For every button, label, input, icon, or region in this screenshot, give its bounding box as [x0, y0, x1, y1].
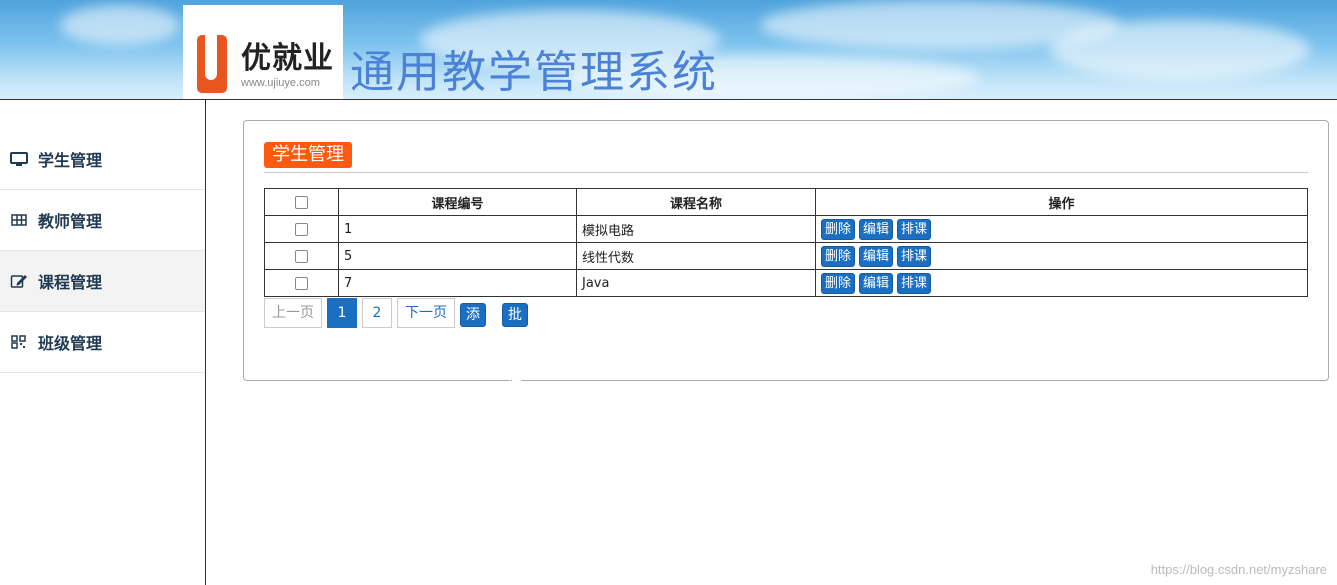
batch-delete-button[interactable]: 批量删除 — [502, 303, 528, 389]
prev-page-button[interactable]: 上一页 — [264, 298, 322, 328]
select-all-cell — [264, 188, 339, 216]
schedule-button[interactable]: 排课 — [897, 245, 932, 267]
course-name: 线性代数 — [576, 242, 816, 270]
logo-name: 优就业 — [241, 41, 334, 76]
column-header: 课程编号 — [338, 188, 577, 216]
qrcode-icon — [10, 334, 28, 350]
logo: 优就业 www.ujiuye.com — [183, 5, 343, 99]
delete-button[interactable]: 删除 — [821, 218, 856, 240]
sidebar-item-courses[interactable]: 课程管理 — [0, 251, 205, 312]
edit-button[interactable]: 编辑 — [859, 218, 894, 240]
course-name: 模拟电路 — [576, 215, 816, 243]
section-title: 学生管理 — [264, 142, 352, 168]
sidebar-item-label: 教师管理 — [38, 212, 103, 231]
system-title: 通用教学管理系统 — [350, 47, 718, 98]
schedule-button[interactable]: 排课 — [897, 272, 932, 294]
sidebar: 学生管理 教师管理 课程管理 班级管理 — [0, 100, 206, 585]
edit-button[interactable]: 编辑 — [859, 245, 894, 267]
schedule-button[interactable]: 排课 — [897, 218, 932, 240]
row-actions: 删除 编辑 排课 — [815, 215, 1308, 243]
sidebar-item-teachers[interactable]: 教师管理 — [0, 190, 205, 251]
row-checkbox[interactable] — [295, 222, 308, 236]
content-panel: 学生管理 课程编号 课程名称 操作 1 模拟电路 删除 编辑 排课 5 线性代数… — [243, 120, 1329, 389]
row-actions: 删除 编辑 排课 — [815, 242, 1308, 270]
table-row: 5 线性代数 删除 编辑 排课 — [264, 242, 1308, 270]
table-header-row: 课程编号 课程名称 操作 — [264, 188, 1308, 216]
select-all-checkbox[interactable] — [295, 195, 308, 209]
column-header: 操作 — [815, 188, 1308, 216]
header-banner: 优就业 www.ujiuye.com 通用教学管理系统 — [0, 0, 1337, 100]
sidebar-item-label: 班级管理 — [38, 334, 103, 353]
table-row: 1 模拟电路 删除 编辑 排课 — [264, 215, 1308, 243]
course-id: 1 — [338, 215, 577, 243]
grid-icon — [10, 212, 28, 228]
watermark: https://blog.csdn.net/myzshare — [1150, 562, 1327, 577]
edit-button[interactable]: 编辑 — [859, 272, 894, 294]
divider — [264, 172, 1308, 173]
row-actions: 删除 编辑 排课 — [815, 269, 1308, 297]
course-id: 5 — [338, 242, 577, 270]
page-1-button[interactable]: 1 — [327, 298, 357, 328]
course-id: 7 — [338, 269, 577, 297]
edit-icon — [10, 273, 28, 289]
logo-url: www.ujiuye.com — [241, 77, 320, 89]
column-header: 课程名称 — [576, 188, 816, 216]
cloud-decoration — [60, 5, 180, 45]
cloud-decoration — [1050, 20, 1310, 80]
sidebar-item-label: 学生管理 — [38, 151, 103, 170]
delete-button[interactable]: 删除 — [821, 272, 856, 294]
row-select-cell — [264, 269, 339, 297]
course-name: Java — [576, 269, 816, 297]
course-table: 课程编号 课程名称 操作 1 模拟电路 删除 编辑 排课 5 线性代数 删除 编辑 排课 — [264, 188, 1308, 297]
sidebar-item-classes[interactable]: 班级管理 — [0, 312, 205, 373]
row-checkbox[interactable] — [295, 276, 308, 290]
table-row: 7 Java 删除 编辑 排课 — [264, 269, 1308, 297]
row-select-cell — [264, 215, 339, 243]
sidebar-item-label: 课程管理 — [38, 273, 103, 292]
add-button[interactable]: 添加 — [460, 303, 486, 345]
next-page-button[interactable]: 下一页 — [397, 298, 455, 328]
sidebar-item-students[interactable]: 学生管理 — [0, 129, 205, 190]
delete-button[interactable]: 删除 — [821, 245, 856, 267]
page-2-button[interactable]: 2 — [362, 298, 392, 328]
row-select-cell — [264, 242, 339, 270]
monitor-icon — [10, 151, 28, 167]
row-checkbox[interactable] — [295, 249, 308, 263]
logo-mark-icon — [197, 35, 227, 93]
